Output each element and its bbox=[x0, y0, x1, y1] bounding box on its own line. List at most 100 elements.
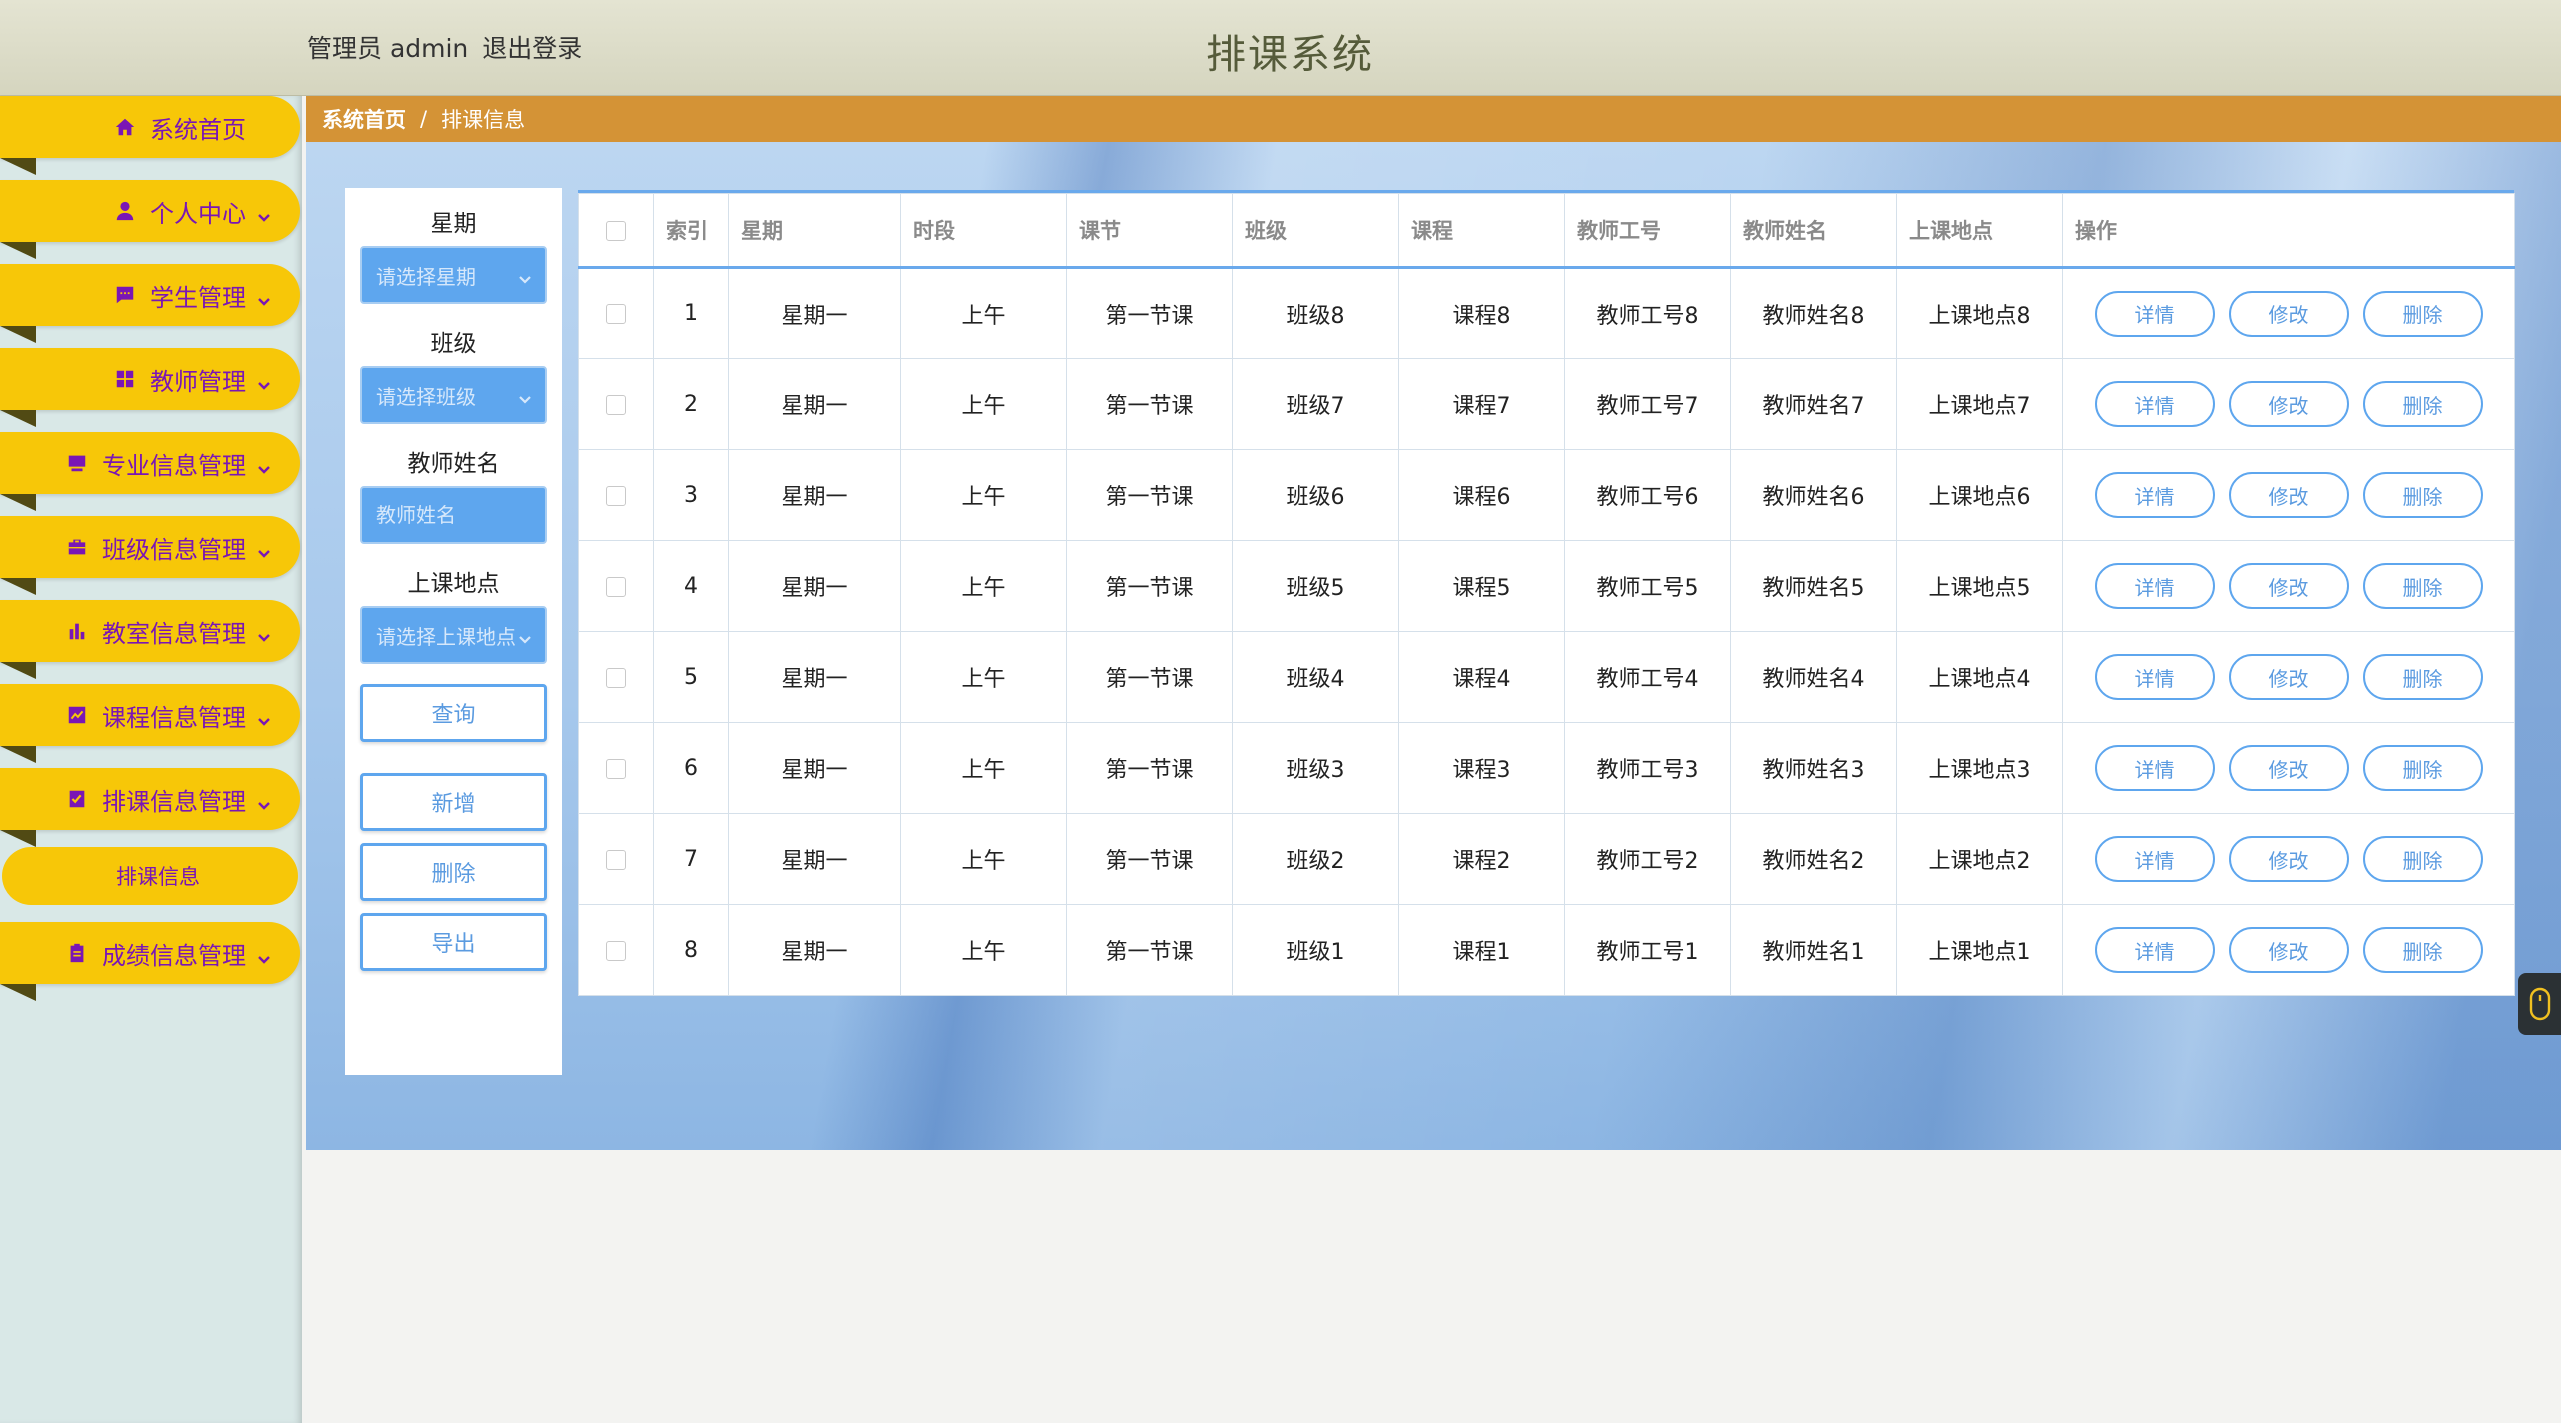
row-checkbox[interactable] bbox=[606, 849, 626, 870]
table-cell: 课程5 bbox=[1398, 540, 1565, 632]
delete-button[interactable]: 删除 bbox=[2362, 563, 2483, 609]
table-cell: 上午 bbox=[900, 267, 1067, 359]
teacher-name-field[interactable] bbox=[360, 486, 547, 544]
delete-button[interactable]: 删除 bbox=[2362, 381, 2483, 427]
floating-side-tab[interactable] bbox=[2518, 973, 2561, 1035]
detail-button[interactable]: 详情 bbox=[2094, 654, 2215, 700]
breadcrumb: 系统首页 / 排课信息 bbox=[306, 96, 2561, 142]
logout-link[interactable]: 退出登录 bbox=[482, 34, 582, 63]
row-checkbox[interactable] bbox=[606, 576, 626, 597]
column-header: 星期 bbox=[728, 193, 901, 269]
edit-button[interactable]: 修改 bbox=[2228, 836, 2349, 882]
table-cell: 第一节课 bbox=[1066, 813, 1233, 905]
top-header: 管理员 admin 退出登录 排课系统 bbox=[0, 0, 2561, 96]
row-checkbox-cell bbox=[578, 267, 654, 359]
detail-button[interactable]: 详情 bbox=[2094, 927, 2215, 973]
sidebar-subitem-schedule-info[interactable]: 排课信息 bbox=[2, 847, 298, 905]
delete-button[interactable]: 删除 bbox=[2362, 290, 2483, 337]
delete-button[interactable]: 删除 bbox=[2362, 472, 2483, 518]
chevron-down-icon bbox=[517, 388, 533, 404]
select-all-cell bbox=[578, 193, 654, 269]
select-all-checkbox[interactable] bbox=[606, 221, 626, 241]
detail-button[interactable]: 详情 bbox=[2094, 290, 2215, 337]
inbox-icon bbox=[66, 452, 88, 474]
row-checkbox[interactable] bbox=[606, 304, 626, 324]
schedule-table: 索引 星期 时段 课节 班级 课程 教师工号 教师姓名 上课地点 操作 1 星期一… bbox=[578, 190, 2515, 996]
detail-button[interactable]: 详情 bbox=[2094, 563, 2215, 609]
table-cell: 第一节课 bbox=[1066, 904, 1233, 996]
edit-button[interactable]: 修改 bbox=[2228, 654, 2349, 700]
column-header: 课节 bbox=[1066, 193, 1233, 269]
sidebar-item-label: 排课信息管理 bbox=[102, 787, 246, 816]
chevron-down-icon bbox=[256, 203, 272, 222]
table-header-row: 索引 星期 时段 课节 班级 课程 教师工号 教师姓名 上课地点 操作 bbox=[578, 193, 2515, 269]
detail-button[interactable]: 详情 bbox=[2094, 745, 2215, 791]
table-cell: 星期一 bbox=[728, 540, 901, 632]
checklist-icon bbox=[66, 788, 88, 810]
class-select[interactable]: 请选择班级 bbox=[360, 366, 547, 424]
table-cell: 课程4 bbox=[1398, 631, 1565, 723]
sidebar-item-course-management[interactable]: 课程信息管理 bbox=[0, 684, 300, 763]
sidebar-item-student-management[interactable]: 学生管理 bbox=[0, 264, 300, 343]
table-cell: 上课地点1 bbox=[1896, 904, 2063, 996]
row-checkbox-cell bbox=[578, 358, 654, 450]
table-cell: 7 bbox=[653, 813, 729, 905]
class-label: 班级 bbox=[430, 331, 477, 357]
sidebar-item-classroom-management[interactable]: 教室信息管理 bbox=[0, 600, 300, 679]
sidebar-item-major-management[interactable]: 专业信息管理 bbox=[0, 432, 300, 511]
edit-button[interactable]: 修改 bbox=[2228, 472, 2349, 518]
table-cell: 星期一 bbox=[728, 631, 901, 723]
detail-button[interactable]: 详情 bbox=[2094, 472, 2215, 518]
edit-button[interactable]: 修改 bbox=[2228, 745, 2349, 791]
location-select[interactable]: 请选择上课地点 bbox=[360, 606, 547, 664]
table-cell: 星期一 bbox=[728, 722, 901, 814]
table-cell: 课程8 bbox=[1398, 267, 1565, 359]
row-checkbox-cell bbox=[578, 904, 654, 996]
delete-button[interactable]: 删除 bbox=[2362, 745, 2483, 791]
sidebar-item-personal-center[interactable]: 个人中心 bbox=[0, 180, 300, 259]
table-cell: 第一节课 bbox=[1066, 358, 1233, 450]
sidebar-item-schedule-management[interactable]: 排课信息管理 bbox=[0, 768, 300, 847]
sidebar-item-class-management[interactable]: 班级信息管理 bbox=[0, 516, 300, 595]
table-row: 1 星期一 上午 第一节课 班级8 课程8 教师工号8 教师姓名8 上课地点8 详情 修改 删除 bbox=[578, 267, 2515, 359]
chat-icon bbox=[114, 284, 136, 306]
row-actions-cell: 详情 修改 删除 bbox=[2062, 449, 2515, 541]
detail-button[interactable]: 详情 bbox=[2094, 836, 2215, 882]
export-button[interactable]: 导出 bbox=[360, 913, 547, 971]
table-cell: 教师工号5 bbox=[1564, 540, 1731, 632]
row-checkbox[interactable] bbox=[606, 485, 626, 506]
detail-button[interactable]: 详情 bbox=[2094, 381, 2215, 427]
table-cell: 星期一 bbox=[728, 267, 901, 359]
column-header: 操作 bbox=[2062, 193, 2515, 269]
sidebar-item-home[interactable]: 系统首页 bbox=[0, 96, 300, 175]
edit-button[interactable]: 修改 bbox=[2228, 381, 2349, 427]
edit-button[interactable]: 修改 bbox=[2228, 290, 2349, 337]
weekday-select[interactable]: 请选择星期 bbox=[360, 246, 547, 304]
delete-button[interactable]: 删除 bbox=[2362, 654, 2483, 700]
edit-button[interactable]: 修改 bbox=[2228, 927, 2349, 973]
row-checkbox[interactable] bbox=[606, 394, 626, 415]
batch-delete-button[interactable]: 删除 bbox=[360, 843, 547, 901]
page-background bbox=[306, 1150, 2561, 1423]
row-checkbox[interactable] bbox=[606, 758, 626, 779]
delete-button[interactable]: 删除 bbox=[2362, 927, 2483, 973]
table-cell: 星期一 bbox=[728, 449, 901, 541]
table-cell: 2 bbox=[653, 358, 729, 450]
query-button[interactable]: 查询 bbox=[360, 684, 547, 742]
sidebar-item-teacher-management[interactable]: 教师管理 bbox=[0, 348, 300, 427]
sidebar-item-grade-management[interactable]: 成绩信息管理 bbox=[0, 922, 300, 1001]
row-checkbox[interactable] bbox=[606, 940, 626, 961]
table-cell: 教师姓名4 bbox=[1730, 631, 1897, 723]
edit-button[interactable]: 修改 bbox=[2228, 563, 2349, 609]
table-row: 4 星期一 上午 第一节课 班级5 课程5 教师工号5 教师姓名5 上课地点5 详情 修改 删除 bbox=[578, 540, 2515, 632]
delete-button[interactable]: 删除 bbox=[2362, 836, 2483, 882]
user-info: 管理员 admin 退出登录 bbox=[307, 29, 596, 65]
sidebar-item-label: 成绩信息管理 bbox=[102, 941, 246, 970]
table-cell: 课程1 bbox=[1398, 904, 1565, 996]
breadcrumb-separator: / bbox=[420, 107, 428, 131]
breadcrumb-home-link[interactable]: 系统首页 bbox=[322, 104, 406, 134]
row-checkbox[interactable] bbox=[606, 667, 626, 688]
teacher-name-input[interactable] bbox=[376, 503, 526, 527]
add-button[interactable]: 新增 bbox=[360, 773, 547, 831]
sidebar-item-label: 系统首页 bbox=[150, 115, 246, 144]
